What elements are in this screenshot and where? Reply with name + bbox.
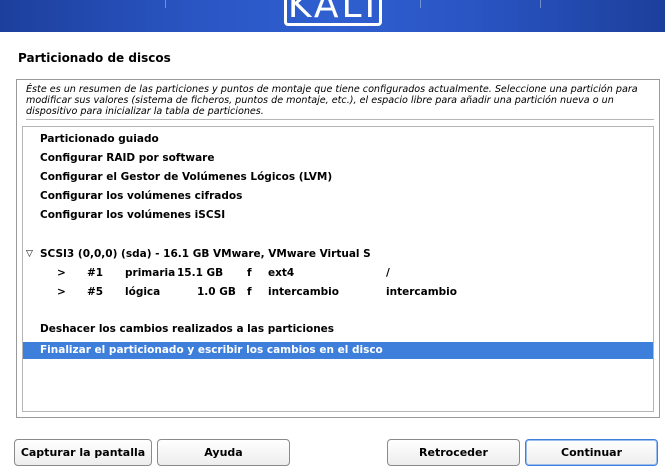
partition-number: #5 (87, 286, 104, 298)
back-button[interactable]: Retroceder (387, 439, 520, 466)
partition-row-5[interactable]: > #5 lógica 1.0 GB f intercambio interca… (23, 284, 653, 301)
menu-item-configure-raid[interactable]: Configurar RAID por software (23, 150, 653, 167)
menu-item-undo-changes[interactable]: Deshacer los cambios realizados a las pa… (23, 321, 653, 338)
menu-item-configure-iscsi[interactable]: Configurar los volúmenes iSCSI (23, 207, 653, 224)
partition-arrow-icon: > (57, 267, 66, 279)
menu-item-label: Finalizar el particionado y escribir los… (40, 344, 383, 356)
partition-row-1[interactable]: > #1 primaria 15.1 GB f ext4 / (23, 265, 653, 282)
partition-type: primaria (125, 267, 176, 279)
description-text: Éste es un resumen de las particiones y … (26, 84, 654, 120)
kali-logo: KALI (284, 0, 382, 26)
menu-item-label: Particionado guiado (40, 133, 159, 145)
menu-item-label: Configurar los volúmenes iSCSI (40, 209, 226, 221)
partition-list[interactable]: Particionado guiado Configurar RAID por … (22, 126, 654, 412)
menu-item-configure-lvm[interactable]: Configurar el Gestor de Volúmenes Lógico… (23, 169, 653, 186)
partition-flag: f (247, 286, 252, 298)
menu-item-guided-partitioning[interactable]: Particionado guiado (23, 131, 653, 148)
banner-decoration (165, 0, 166, 8)
menu-item-label: Configurar el Gestor de Volúmenes Lógico… (40, 171, 333, 183)
partition-mountpoint: intercambio (386, 286, 457, 298)
partition-size: 1.0 GB (197, 286, 236, 298)
partition-filesystem: ext4 (268, 267, 295, 279)
help-button[interactable]: Ayuda (157, 439, 290, 466)
expand-triangle-icon: ▽ (26, 249, 33, 259)
partition-type: lógica (125, 286, 161, 298)
banner-decoration (540, 0, 541, 8)
partition-arrow-icon: > (57, 286, 66, 298)
partition-size: 15.1 GB (177, 267, 224, 279)
banner-decoration (420, 0, 421, 8)
partition-flag: f (247, 267, 252, 279)
menu-item-configure-encrypted[interactable]: Configurar los volúmenes cifrados (23, 188, 653, 205)
continue-button[interactable]: Continuar (525, 439, 658, 466)
disk-label: SCSI3 (0,0,0) (sda) - 16.1 GB VMware, VM… (40, 248, 371, 260)
menu-item-label: Configurar RAID por software (40, 152, 215, 164)
menu-item-label: Configurar los volúmenes cifrados (40, 190, 243, 202)
partition-number: #1 (87, 267, 104, 279)
page-title: Particionado de discos (18, 51, 171, 65)
partition-filesystem: intercambio (268, 286, 339, 298)
menu-item-label: Deshacer los cambios realizados a las pa… (40, 323, 335, 335)
screenshot-button[interactable]: Capturar la pantalla (14, 439, 152, 466)
kali-banner: KALI (0, 0, 665, 32)
partition-mountpoint: / (386, 267, 390, 279)
disk-row-sda[interactable]: ▽ SCSI3 (0,0,0) (sda) - 16.1 GB VMware, … (23, 246, 653, 263)
menu-item-finish-partitioning[interactable]: Finalizar el particionado y escribir los… (23, 342, 653, 359)
